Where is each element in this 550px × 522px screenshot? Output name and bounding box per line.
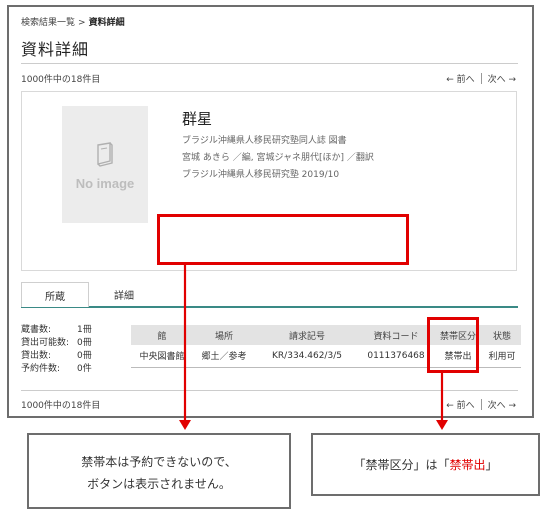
column-header-call-number: 請求記号 — [255, 325, 359, 345]
annotation-no-reservation: 禁帯本は予約できないので、 ボタンは表示されません。 — [27, 433, 291, 509]
record-series: ブラジル沖縄県人移民研究塾同人誌 図書 — [182, 136, 347, 146]
tab-underline — [21, 306, 518, 308]
annotation-highlight: 禁帯出 — [449, 458, 486, 472]
column-header-item-code: 資料コード — [359, 325, 433, 345]
stat-row: 蔵書数: 1冊 — [21, 324, 92, 337]
stat-value: 0冊 — [77, 338, 92, 348]
stat-label: 貸出可能数: — [21, 338, 70, 348]
stat-label: 蔵書数: — [21, 325, 52, 335]
prev-button-top[interactable]: ← 前へ — [446, 72, 474, 85]
stat-value: 0件 — [77, 364, 92, 374]
cell-item-code: 0111376468 — [359, 345, 433, 368]
tab-holdings[interactable]: 所蔵 — [21, 282, 89, 307]
detail-panel: 検索結果一覧 > 資料詳細 資料詳細 1000件中の18件目 ← 前へ 次へ → N… — [7, 5, 534, 418]
stat-label: 予約件数: — [21, 364, 61, 374]
breadcrumb-separator: > — [78, 18, 86, 28]
record-title: 群星 — [182, 110, 213, 128]
prev-button-bottom[interactable]: ← 前へ — [446, 398, 474, 411]
next-button-bottom[interactable]: 次へ → — [488, 398, 516, 411]
pager-top: ← 前へ 次へ → — [446, 72, 516, 85]
book-icon — [97, 142, 113, 167]
record-publisher: ブラジル沖縄県人移民研究塾 2019/10 — [182, 170, 340, 180]
stat-row: 貸出可能数: 0冊 — [21, 337, 92, 350]
page-title: 資料詳細 — [21, 40, 90, 59]
cell-location: 郷土／参考 — [193, 345, 255, 368]
breadcrumb-link-search-results[interactable]: 検索結果一覧 — [21, 18, 75, 28]
noimage-label: No image — [75, 176, 135, 191]
bottom-divider — [21, 390, 518, 391]
tab-details[interactable]: 詳細 — [99, 282, 149, 307]
breadcrumb-current: 資料詳細 — [88, 18, 125, 28]
column-header-library: 館 — [131, 325, 193, 345]
annotation-line: ボタンは表示されません。 — [87, 477, 231, 491]
next-button-top[interactable]: 次へ → — [488, 72, 516, 85]
title-divider — [21, 63, 518, 64]
stat-row: 予約件数: 0件 — [21, 363, 92, 376]
cell-library: 中央図書館 — [131, 345, 193, 368]
detail-tabs: 所蔵 詳細 — [21, 282, 518, 307]
arrow-down-icon — [436, 420, 448, 430]
stat-value: 0冊 — [77, 351, 92, 361]
record-authors: 宮城 あきら ／編, 宮城ジャネ朋代[ほか] ／翻訳 — [182, 153, 374, 163]
annotation-line: 禁帯本は予約できないので、 — [81, 455, 237, 469]
pager-bottom: ← 前へ 次へ → — [446, 398, 516, 411]
arrow-down-icon — [179, 420, 191, 430]
pager-divider — [480, 73, 482, 84]
stat-label: 貸出数: — [21, 351, 52, 361]
stat-value: 1冊 — [77, 325, 92, 335]
annotation-restriction: 「禁帯区分」は「 禁帯出」 — [311, 433, 540, 496]
empty-button-highlight — [157, 214, 409, 265]
restriction-column-highlight — [427, 317, 479, 373]
pager-divider — [480, 399, 482, 410]
column-header-status: 状態 — [483, 325, 521, 345]
annotation-text: 「禁帯区分」は「 — [353, 458, 450, 472]
stat-row: 貸出数: 0冊 — [21, 350, 92, 363]
cell-status: 利用可 — [483, 345, 521, 368]
annotation-text: 」 — [485, 458, 498, 472]
result-position-top: 1000件中の18件目 — [21, 75, 101, 85]
holding-stats: 蔵書数: 1冊 貸出可能数: 0冊 貸出数: 0冊 予約件数: 0件 — [21, 324, 92, 376]
result-position-bottom: 1000件中の18件目 — [21, 401, 101, 411]
cover-placeholder: No image — [62, 106, 148, 223]
column-header-location: 場所 — [193, 325, 255, 345]
cell-call-number: KR/334.462/3/5 — [255, 345, 359, 368]
breadcrumb: 検索結果一覧 > 資料詳細 — [21, 15, 125, 28]
